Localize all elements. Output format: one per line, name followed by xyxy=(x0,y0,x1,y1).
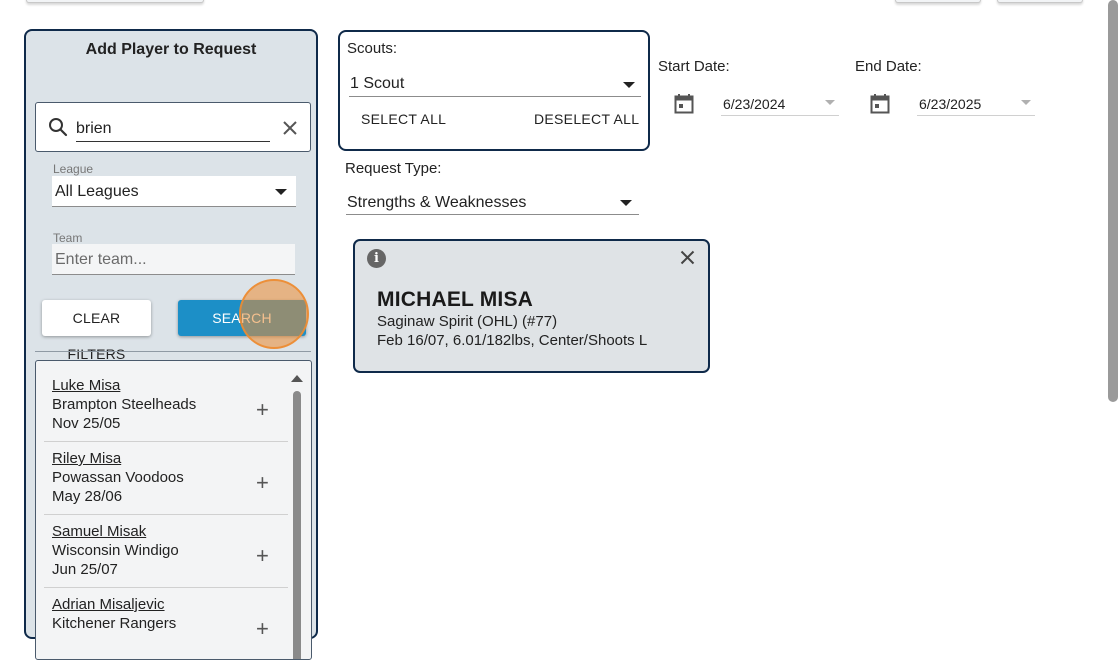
scouts-box: Scouts: 1 Scout SELECT ALL DESELECT ALL xyxy=(338,30,650,151)
player-results-list[interactable]: Luke Misa Brampton Steelheads Nov 25/05 … xyxy=(35,360,312,660)
list-scrollbar-thumb[interactable] xyxy=(293,391,301,659)
scouts-select[interactable]: 1 Scout xyxy=(349,74,641,97)
close-icon[interactable] xyxy=(282,120,298,136)
request-type-value: Strengths & Weaknesses xyxy=(347,194,527,211)
player-name-link[interactable]: Riley Misa xyxy=(52,450,121,467)
request-type-label: Request Type: xyxy=(345,160,442,177)
plus-icon[interactable]: + xyxy=(256,545,269,567)
divider xyxy=(35,351,311,352)
calendar-icon[interactable] xyxy=(674,93,694,114)
request-type-select[interactable]: Strengths & Weaknesses xyxy=(346,192,639,215)
select-all-button[interactable]: SELECT ALL xyxy=(361,111,446,127)
add-player-panel: Add Player to Request League All Leagues… xyxy=(24,29,318,660)
player-dob: Nov 25/05 xyxy=(52,415,121,432)
player-name-link[interactable]: Adrian Misaljevic xyxy=(52,596,165,613)
close-icon[interactable] xyxy=(680,250,695,265)
player-search-box[interactable] xyxy=(35,102,311,152)
team-field[interactable]: Enter team... xyxy=(52,244,295,275)
info-icon[interactable]: i xyxy=(367,249,386,268)
calendar-icon[interactable] xyxy=(870,93,890,114)
chevron-down-icon xyxy=(825,100,835,105)
clear-filters-button[interactable]: CLEAR FILTERS xyxy=(42,300,151,362)
top-right-button-edge-2[interactable] xyxy=(997,0,1083,3)
player-card-team: Saginaw Spirit (OHL) (#77) xyxy=(377,313,558,330)
player-team: Kitchener Rangers xyxy=(52,615,177,632)
chevron-down-icon xyxy=(275,189,287,195)
start-date-value: 6/23/2024 xyxy=(723,96,786,112)
scouts-label: Scouts: xyxy=(347,40,398,57)
plus-icon[interactable]: + xyxy=(256,399,269,421)
end-date-field[interactable]: 6/23/2025 xyxy=(917,93,1035,116)
chevron-down-icon xyxy=(623,82,635,88)
player-name-link[interactable]: Samuel Misak xyxy=(52,523,146,540)
end-date-label: End Date: xyxy=(855,58,922,75)
list-item[interactable]: Samuel Misak Wisconsin Windigo Jun 25/07… xyxy=(44,515,288,588)
list-item[interactable]: Riley Misa Powassan Voodoos May 28/06 + xyxy=(44,442,288,515)
team-placeholder: Enter team... xyxy=(55,251,147,268)
click-highlight xyxy=(239,279,309,349)
list-item[interactable]: Adrian Misaljevic Kitchener Rangers + xyxy=(44,588,288,659)
panel-title: Add Player to Request xyxy=(85,41,257,58)
start-date-label: Start Date: xyxy=(658,58,730,75)
deselect-all-button[interactable]: DESELECT ALL xyxy=(534,111,639,127)
selected-player-card: i MICHAEL MISA Saginaw Spirit (OHL) (#77… xyxy=(353,239,710,373)
league-select[interactable]: All Leagues xyxy=(52,176,296,207)
league-label: League xyxy=(53,162,94,176)
league-value: All Leagues xyxy=(55,183,139,200)
chevron-down-icon xyxy=(620,200,632,206)
start-date-field[interactable]: 6/23/2024 xyxy=(721,93,839,116)
scroll-up-arrow-icon[interactable] xyxy=(291,375,303,382)
plus-icon[interactable]: + xyxy=(256,472,269,494)
team-label: Team xyxy=(53,231,83,245)
player-team: Wisconsin Windigo xyxy=(52,542,179,559)
player-name-link[interactable]: Luke Misa xyxy=(52,377,120,394)
scouts-value: 1 Scout xyxy=(350,75,405,92)
page-scrollbar-thumb[interactable] xyxy=(1108,0,1118,402)
list-item[interactable]: Luke Misa Brampton Steelheads Nov 25/05 … xyxy=(44,369,288,442)
top-left-button-edge[interactable] xyxy=(26,0,204,3)
chevron-down-icon xyxy=(1021,100,1031,105)
player-search-input[interactable] xyxy=(76,117,270,142)
end-date-value: 6/23/2025 xyxy=(919,96,982,112)
player-dob: Jun 25/07 xyxy=(52,561,118,578)
player-team: Powassan Voodoos xyxy=(52,469,184,486)
player-dob: May 28/06 xyxy=(52,488,123,505)
top-right-button-edge-1[interactable] xyxy=(895,0,981,3)
player-team: Brampton Steelheads xyxy=(52,396,197,413)
player-card-details: Feb 16/07, 6.01/182lbs, Center/Shoots L xyxy=(377,332,648,349)
player-card-name: MICHAEL MISA xyxy=(377,288,534,311)
plus-icon[interactable]: + xyxy=(256,618,269,640)
search-icon xyxy=(49,118,68,137)
